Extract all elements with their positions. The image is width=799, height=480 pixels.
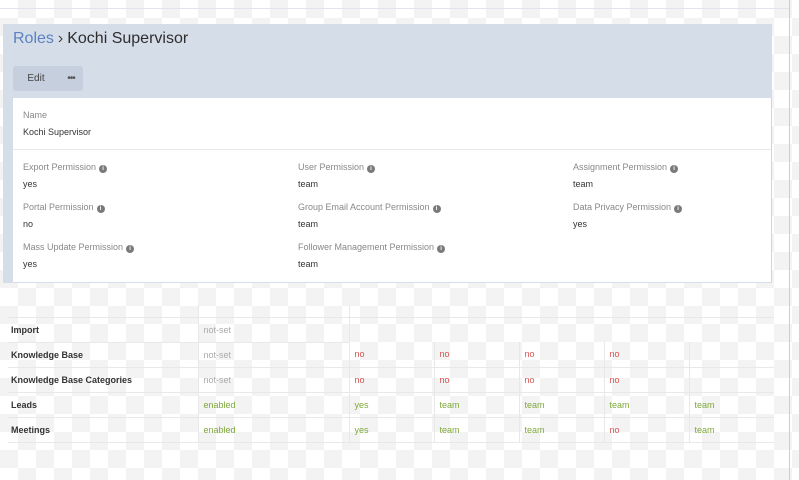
scope-edit: no: [518, 342, 604, 368]
follower-management-permission-value: team: [298, 259, 319, 269]
export-permission-field: Export Permission i yes: [23, 161, 108, 190]
scope-stream: team: [688, 392, 774, 418]
portal-permission-value: no: [23, 219, 34, 229]
scope-stream: [688, 342, 774, 368]
info-icon[interactable]: i: [674, 205, 683, 213]
scope-access: not-set: [197, 367, 349, 393]
breadcrumb-roles-link[interactable]: Roles: [13, 30, 54, 47]
scope-read: team: [433, 392, 519, 418]
mass-update-permission-field: Mass Update Permission i yes: [23, 241, 135, 270]
scope-edit: no: [518, 367, 604, 393]
scope-access: enabled: [197, 392, 349, 418]
scope-access: not-set: [197, 342, 349, 368]
group-email-account-permission-field: Group Email Account Permission i team: [298, 201, 441, 230]
data-privacy-permission-label: Data Privacy Permission: [573, 202, 672, 212]
info-icon[interactable]: i: [437, 245, 446, 253]
edit-button[interactable]: Edit: [13, 73, 59, 84]
export-permission-value: yes: [23, 179, 38, 189]
scope-delete: no: [603, 367, 689, 393]
scope-name: Knowledge Base: [8, 342, 198, 368]
data-privacy-permission-value: yes: [573, 219, 588, 229]
scope-delete: no: [603, 342, 689, 368]
scope-create: yes: [348, 417, 434, 443]
assignment-permission-value: team: [573, 179, 594, 189]
table-row: Knowledge Base not-set no no no no: [8, 342, 774, 368]
scope-read: no: [433, 367, 519, 393]
user-permission-field: User Permission i team: [298, 161, 376, 190]
scope-edit: team: [518, 392, 604, 418]
portal-permission-label: Portal Permission: [23, 202, 94, 212]
breadcrumb: Roles › Kochi Supervisor: [13, 29, 188, 49]
user-permission-value: team: [298, 179, 319, 189]
scope-edit: team: [518, 417, 604, 443]
export-permission-label: Export Permission: [23, 162, 97, 172]
table-row: Leads enabled yes team team team team: [8, 392, 774, 418]
scope-create: no: [348, 367, 434, 393]
card-divider: [13, 149, 771, 150]
action-button-group: Edit •••: [13, 66, 83, 91]
top-border: [0, 8, 789, 9]
scope-name: Leads: [8, 392, 198, 418]
record-header: Roles › Kochi Supervisor Edit ••• Name Koc…: [3, 24, 772, 283]
info-icon[interactable]: i: [126, 245, 135, 253]
scope-name: Import: [8, 317, 198, 343]
scope-delete: no: [603, 417, 689, 443]
info-icon[interactable]: i: [96, 205, 105, 213]
name-value: Kochi Supervisor: [23, 127, 92, 137]
name-label: Name: [23, 110, 48, 120]
info-icon[interactable]: i: [99, 165, 108, 173]
scope-access: enabled: [197, 417, 349, 443]
group-email-account-permission-label: Group Email Account Permission: [298, 202, 430, 212]
name-field: Name Kochi Supervisor: [23, 109, 91, 138]
assignment-permission-label: Assignment Permission: [573, 162, 668, 172]
follower-management-permission-field: Follower Management Permission i team: [298, 241, 446, 270]
scope-name: Knowledge Base Categories: [8, 367, 198, 393]
page-title: Kochi Supervisor: [67, 30, 189, 47]
portal-permission-field: Portal Permission i no: [23, 201, 105, 230]
table-row: Import not-set: [8, 317, 774, 343]
scope-name: Meetings: [8, 417, 198, 443]
detail-card: Name Kochi Supervisor Export Permission i…: [13, 98, 772, 282]
scope-read: no: [433, 342, 519, 368]
scope-permissions-table: Import not-set Knowledge Base not-set no…: [8, 305, 774, 443]
follower-management-permission-label: Follower Management Permission: [298, 242, 435, 252]
scope-access: not-set: [197, 317, 349, 343]
data-privacy-permission-field: Data Privacy Permission i yes: [573, 201, 683, 230]
scope-delete: team: [603, 392, 689, 418]
scope-read: team: [433, 417, 519, 443]
breadcrumb-separator: ›: [57, 30, 64, 47]
scope-stream: [688, 367, 774, 393]
info-icon[interactable]: i: [367, 165, 376, 173]
assignment-permission-field: Assignment Permission i team: [573, 161, 679, 190]
table-row: Knowledge Base Categories not-set no no …: [8, 367, 774, 393]
scope-stream: team: [688, 417, 774, 443]
table-header-row: [8, 305, 774, 318]
mass-update-permission-label: Mass Update Permission: [23, 242, 124, 252]
scope-create: yes: [348, 392, 434, 418]
scope-create: no: [348, 342, 434, 368]
right-border: [789, 0, 790, 480]
info-icon[interactable]: i: [432, 205, 441, 213]
mass-update-permission-value: yes: [23, 259, 38, 269]
more-actions-button[interactable]: •••: [59, 73, 83, 84]
user-permission-label: User Permission: [298, 162, 365, 172]
group-email-account-permission-value: team: [298, 219, 319, 229]
table-row: Meetings enabled yes team team no team: [8, 417, 774, 443]
info-icon[interactable]: i: [670, 165, 679, 173]
